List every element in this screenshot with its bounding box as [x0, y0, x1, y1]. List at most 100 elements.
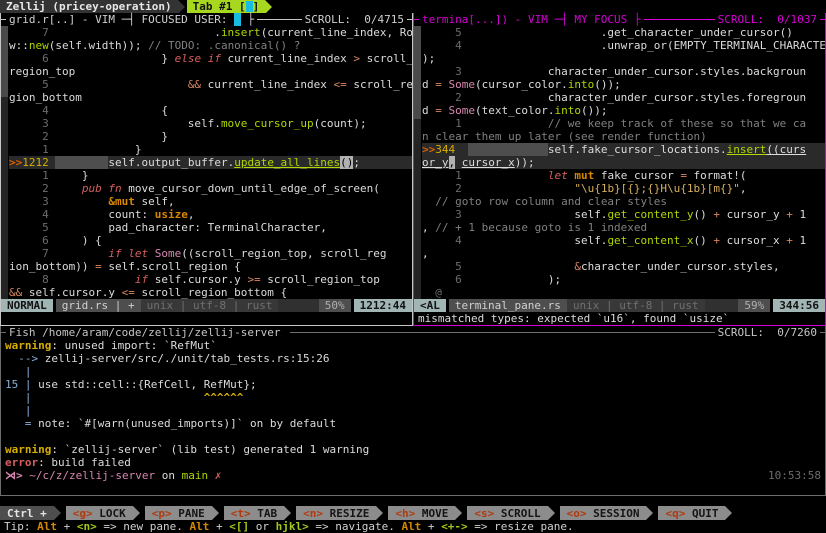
text-line[interactable]: gion_bottom	[9, 91, 412, 104]
text-line[interactable]: 1 }	[9, 143, 412, 156]
text-segment: => new pane.	[97, 520, 190, 533]
text-line[interactable]: 5 pad_character: TerminalCharacter,	[9, 221, 412, 234]
text-line[interactable]: 8 if self.cursor.y >= scroll_region_top	[9, 273, 412, 286]
keybind-resize[interactable]: <n> RESIZE	[296, 506, 376, 520]
text-segment: 2	[9, 182, 55, 195]
text-line[interactable]: 4 count: usize,	[9, 208, 412, 221]
fish-terminal-pane[interactable]: Fish /home/aram/code/zellij/zellij-serve…	[0, 326, 826, 496]
text-segment: 3	[9, 117, 55, 130]
scrollbar-thumb[interactable]	[414, 26, 421, 119]
keybind-session[interactable]: <o> SESSION	[560, 506, 647, 520]
text-segment: ()	[694, 208, 714, 221]
text-line[interactable]: 2 character_under_cursor.styles.foregrou…	[422, 91, 825, 104]
text-line[interactable]: 15 | use std::cell::{RefCell, RefMut};	[5, 378, 821, 391]
session-name: Zellij (pricey-operation)	[0, 0, 178, 13]
tab-1[interactable]: Tab #1 []	[187, 0, 266, 13]
keybind-pane[interactable]: <p> PANE	[145, 506, 212, 520]
scrollbar[interactable]	[1, 26, 8, 299]
scrollbar[interactable]	[414, 26, 421, 299]
text-line[interactable]: 2 "\u{1b}[{};{}H\u{1b}[m{}",	[422, 182, 825, 195]
key-hint: <p>	[152, 507, 172, 520]
text-segment: if	[135, 273, 148, 286]
text-line[interactable]: | ^^^^^^	[5, 391, 821, 404]
keybind-tab[interactable]: <t> TAB	[224, 506, 284, 520]
text-line[interactable]: 3 character_under_cursor.styles.backgrou…	[422, 65, 825, 78]
text-line[interactable]: 2 pub fn move_cursor_down_until_edge_of_…	[9, 182, 412, 195]
text-line[interactable]: 3 self.move_cursor_up(count);	[9, 117, 412, 130]
text-line[interactable]: 7 .insert(current_line_index, Ro	[9, 26, 412, 39]
text-segment: <=	[122, 286, 135, 299]
status-fill	[278, 299, 318, 312]
text-segment: n clear them up later (see render functi…	[422, 130, 707, 143]
key-hint: <s>	[474, 507, 494, 520]
text-line[interactable]: , // + 1 because goto is 1 indexed	[422, 221, 825, 234]
keybind-quit[interactable]: <q> QUIT	[658, 506, 725, 520]
text-segment: scroll_	[360, 52, 412, 65]
keybind-bar: Ctrl + <g> LOCK<p> PANE<t> TAB<n> RESIZE…	[0, 506, 826, 520]
text-line[interactable]: region_top	[9, 65, 412, 78]
text-line[interactable]: && self.cursor.y <= scroll_region_bottom…	[9, 286, 412, 299]
text-segment: format!(	[687, 169, 747, 182]
text-line[interactable]: 1 // we keep track of these so that we c…	[422, 117, 825, 130]
text-line[interactable]: d = Some(cursor_color.into());	[422, 78, 825, 91]
text-line[interactable]: >>344 self.fake_cursor_locations.insert(…	[422, 143, 825, 156]
keybind-lock[interactable]: <g> LOCK	[66, 506, 133, 520]
file-meta: unix | utf-8 | rust	[567, 299, 705, 312]
text-segment: Alt	[189, 520, 209, 533]
text-line[interactable]: warning: unused import: `RefMut`	[5, 339, 821, 352]
terminal-pane-rs-pane[interactable]: termina[...]) - VIM ─┤ MY FOCUS ├ SCROLL…	[413, 13, 826, 326]
text-line[interactable]: |	[5, 365, 821, 378]
text-line[interactable]: ⋊> ~/c/z/zellij-server on main ✗10:53:58	[5, 469, 821, 482]
text-line[interactable]: w::new(self.width)); // TODO: .canonical…	[9, 39, 412, 52]
text-line[interactable]: 7 if let Some((scroll_region_top, scroll…	[9, 247, 412, 260]
text-line[interactable]: // goto row column and clear styles	[422, 195, 825, 208]
scroll-percent: 50%	[319, 299, 351, 312]
text-line[interactable]: 1 }	[9, 169, 412, 182]
text-line[interactable]: 6 ) {	[9, 234, 412, 247]
text-segment: self.	[55, 117, 221, 130]
text-line[interactable]: 4 .unwrap_or(EMPTY_TERMINAL_CHARACTER	[422, 39, 825, 52]
text-line[interactable]: 5 .get_character_under_cursor()	[422, 26, 825, 39]
editor-body[interactable]: 7 .insert(current_line_index, Row::new(s…	[1, 26, 412, 299]
text-line[interactable]: error: build failed	[5, 456, 821, 469]
text-line[interactable]: ,	[422, 247, 825, 260]
text-line[interactable]	[5, 430, 821, 443]
text-segment: // + 1 because goto is 1 indexed	[435, 221, 647, 234]
cursor-position: 1212:44	[354, 299, 412, 312]
text-line[interactable]: warning: `zellij-server` (lib test) gene…	[5, 443, 821, 456]
text-line[interactable]: n clear them up later (see render functi…	[422, 130, 825, 143]
text-line[interactable]: 4 self.get_content_x() + cursor_x + 1	[422, 234, 825, 247]
file-meta: unix | utf-8 | rust	[141, 299, 279, 312]
text-line[interactable]: >>1212 self.output_buffer.update_all_lin…	[9, 156, 412, 169]
text-line[interactable]: 4 {	[9, 104, 412, 117]
text-line[interactable]: |	[5, 404, 821, 417]
editor-body[interactable]: 5 .get_character_under_cursor() 4 .unwra…	[414, 26, 825, 299]
text-line[interactable]: d = Some(text_color.into());	[422, 104, 825, 117]
keybind-scroll[interactable]: <s> SCROLL	[467, 506, 547, 520]
text-line[interactable]: 6 );	[422, 273, 825, 286]
text-line[interactable]: 3 self.get_content_y() + cursor_y + 1	[422, 208, 825, 221]
text-segment: get_content_x	[607, 234, 693, 247]
text-line[interactable]: );	[422, 52, 825, 65]
text-line[interactable]: or_y, cursor_x));	[422, 156, 825, 169]
keybind-label: LOCK	[93, 507, 126, 520]
keybind-move[interactable]: <h> MOVE	[388, 506, 455, 520]
text-line[interactable]: 2 }	[9, 130, 412, 143]
text-line[interactable]: 1 let mut fake_cursor = format!(	[422, 169, 825, 182]
text-line[interactable]: 6 } else if current_line_index > scroll_	[9, 52, 412, 65]
text-line[interactable]: ion_bottom)) = self.scroll_region {	[9, 260, 412, 273]
text-line[interactable]: 3 &mut self,	[9, 195, 412, 208]
text-line[interactable]: @	[422, 286, 825, 299]
text-line[interactable]: --> zellij-server/src/./unit/tab_tests.r…	[5, 352, 821, 365]
scrollbar-thumb[interactable]	[1, 26, 8, 97]
text-line[interactable]	[5, 482, 821, 495]
keybind-label: QUIT	[685, 507, 718, 520]
text-line[interactable]: 5 &character_under_cursor.styles,	[422, 260, 825, 273]
main-panes: grid.r[..] - VIM ─┤ FOCUSED USER: ├ SCRO…	[0, 13, 826, 326]
text-line[interactable]: = note: `#[warn(unused_imports)]` on by …	[5, 417, 821, 430]
text-segment: +	[421, 520, 441, 533]
powerline-arrow-icon	[725, 506, 732, 520]
text-line[interactable]: 5 && current_line_index <= scroll_re	[9, 78, 412, 91]
grid-rs-pane[interactable]: grid.r[..] - VIM ─┤ FOCUSED USER: ├ SCRO…	[0, 13, 413, 326]
text-segment: self.cursor.y	[22, 286, 121, 299]
